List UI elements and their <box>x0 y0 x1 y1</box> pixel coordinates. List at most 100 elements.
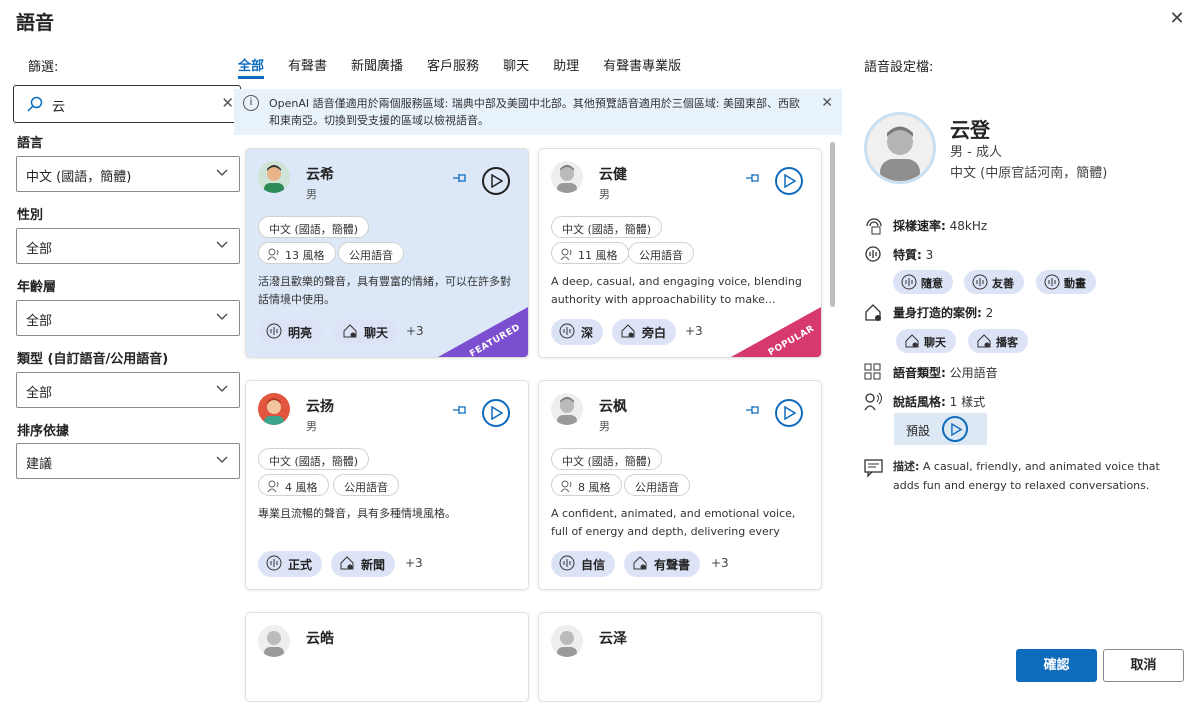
tab-audiobook[interactable]: 有聲書 <box>288 55 327 79</box>
age-dropdown[interactable]: 全部 <box>16 300 240 336</box>
description-label: 描述: <box>893 460 920 473</box>
pin-icon[interactable] <box>744 171 762 185</box>
cases-count: 2 <box>985 306 994 320</box>
avatar <box>258 393 290 425</box>
profile-description: 描述: A casual, friendly, and animated voi… <box>893 457 1163 495</box>
play-icon <box>784 406 796 420</box>
chevron-down-icon <box>216 169 228 176</box>
dialog-title: 語音 <box>16 12 55 34</box>
gender-value: 全部 <box>26 242 53 257</box>
more-tags-count: +3 <box>685 324 703 338</box>
grid-icon <box>864 363 881 380</box>
banner-text: OpenAI 語音僅適用於兩個服務區域: 瑞典中部及美國中北部。其他預覽語音適用… <box>269 97 801 127</box>
voice-card[interactable]: 云皓 <box>245 612 529 702</box>
pin-icon[interactable] <box>744 403 762 417</box>
voice-styles-icon <box>560 248 572 261</box>
sort-label: 排序依據 <box>17 424 70 439</box>
voice-type-label: 語音類型: <box>893 366 946 380</box>
chevron-down-icon <box>216 456 228 463</box>
speaking-style-value: 1 樣式 <box>949 395 986 409</box>
play-button[interactable] <box>775 399 803 427</box>
voice-gender: 男 <box>306 188 317 201</box>
tab-customer-service[interactable]: 客戶服務 <box>427 55 479 79</box>
sort-dropdown[interactable]: 建議 <box>16 443 240 479</box>
info-icon: i <box>243 95 259 111</box>
chevron-down-icon <box>216 385 228 392</box>
tab-chat[interactable]: 聊天 <box>503 55 529 79</box>
voice-description: 活潑且歡樂的聲音，具有豐富的情緒，可以在許多對話情境中使用。 <box>258 275 511 306</box>
scrollbar[interactable] <box>830 142 835 307</box>
close-icon[interactable]: ✕ <box>1166 8 1188 30</box>
trait-tag: 明亮 <box>258 319 323 345</box>
play-button[interactable] <box>775 167 803 195</box>
info-banner: i OpenAI 語音僅適用於兩個服務區域: 瑞典中部及美國中北部。其他預覽語音… <box>234 89 842 135</box>
waveform-icon <box>559 555 575 571</box>
profile-name: 云登 <box>950 118 990 142</box>
voice-styles-icon <box>267 480 279 493</box>
search-value: 云 <box>52 100 66 115</box>
voice-kind-pill: 公用語音 <box>628 242 694 264</box>
tab-assistant[interactable]: 助理 <box>553 55 579 79</box>
voice-name: 云扬 <box>306 399 334 415</box>
type-label: 類型 (自訂語音/公用語音) <box>17 352 169 367</box>
confirm-button[interactable]: 確認 <box>1016 649 1097 682</box>
home-chat-icon <box>340 556 354 570</box>
trait-tag: 自信 <box>551 551 616 577</box>
waveform-icon <box>266 323 282 339</box>
home-chat-icon <box>865 304 881 321</box>
gender-dropdown[interactable]: 全部 <box>16 228 240 264</box>
play-button[interactable] <box>942 416 968 442</box>
trait-tag: 友善 <box>964 270 1024 294</box>
avatar <box>551 161 583 193</box>
usecase-tag-label: 有聲書 <box>654 558 691 572</box>
play-icon <box>784 174 796 188</box>
play-icon <box>491 174 503 188</box>
voice-kind-pill: 公用語音 <box>333 474 399 496</box>
search-input[interactable]: 云 ✕ <box>13 85 241 123</box>
home-chat-icon <box>343 324 357 338</box>
traits-label: 特質: <box>893 248 922 262</box>
trait-tag: 隨意 <box>893 270 953 294</box>
voice-card[interactable]: 云健 男 中文 (國語，簡體) 11 風格 公用語音 A deep, casua… <box>538 148 822 358</box>
voice-card[interactable]: 云希 男 中文 (國語，簡體) 13 風格 公用語音 活潑且歡樂的聲音，具有豐富… <box>245 148 529 358</box>
gender-label: 性別 <box>17 208 44 223</box>
language-dropdown[interactable]: 中文 (國語，簡體) <box>16 156 240 192</box>
waveform-icon <box>901 274 917 290</box>
tab-audiobook-pro[interactable]: 有聲書專業版 <box>603 55 681 79</box>
tab-all[interactable]: 全部 <box>238 55 265 79</box>
tab-newscast[interactable]: 新聞廣播 <box>351 55 403 79</box>
description-text: A casual, friendly, and animated voice t… <box>893 460 1160 492</box>
pin-icon[interactable] <box>451 403 469 417</box>
avatar <box>551 393 583 425</box>
voice-styles-icon <box>560 480 572 493</box>
pin-icon[interactable] <box>451 171 469 185</box>
voice-card[interactable]: 云枫 男 中文 (國語，簡體) 8 風格 公用語音 A confident, a… <box>538 380 822 590</box>
voice-name: 云健 <box>599 167 627 183</box>
usecase-tag-label: 旁白 <box>642 326 667 340</box>
description-row <box>864 458 888 478</box>
play-button[interactable] <box>482 399 510 427</box>
speaking-style-row: 說話風格: 1 樣式 <box>864 392 1164 412</box>
styles-pill: 13 風格 <box>258 242 336 264</box>
voice-gender: 男 <box>599 188 610 201</box>
waveform-icon <box>865 246 881 262</box>
waveform-icon <box>559 323 575 339</box>
dismiss-banner-icon[interactable]: ✕ <box>821 95 833 112</box>
language-label: 語言 <box>17 136 44 151</box>
cancel-button[interactable]: 取消 <box>1103 649 1184 682</box>
voice-gender: 男 <box>306 420 317 433</box>
play-button[interactable] <box>482 167 510 195</box>
cases-label: 量身打造的案例: <box>893 306 982 320</box>
voice-name: 云皓 <box>306 631 334 647</box>
sample-rate-label: 採樣速率: <box>893 219 946 233</box>
type-dropdown[interactable]: 全部 <box>16 372 240 408</box>
waveform-icon <box>266 555 282 571</box>
trait-label: 動畫 <box>1064 277 1086 290</box>
avatar <box>258 625 290 657</box>
usecase-label: 聊天 <box>924 336 946 349</box>
clear-search-icon[interactable]: ✕ <box>221 94 234 112</box>
voice-name: 云枫 <box>599 399 627 415</box>
voice-card[interactable]: 云扬 男 中文 (國語，簡體) 4 風格 公用語音 專業且流暢的聲音，具有多種情… <box>245 380 529 590</box>
voice-card[interactable]: 云泽 <box>538 612 822 702</box>
default-style-item[interactable]: 預設 <box>894 413 987 445</box>
